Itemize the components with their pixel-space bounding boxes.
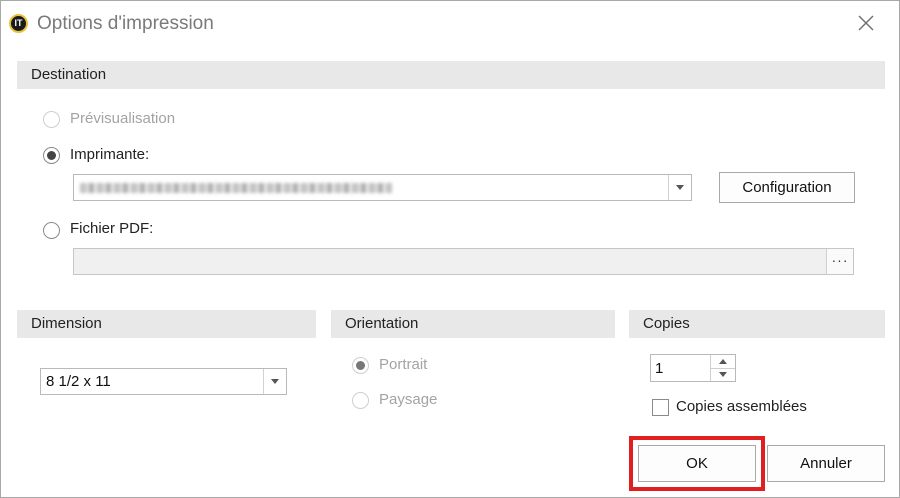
destination-header: Destination: [17, 61, 885, 89]
pdf-file-radio[interactable]: [43, 222, 60, 239]
browse-button[interactable]: ···: [826, 249, 853, 274]
copies-stepper[interactable]: 1: [650, 354, 736, 382]
dialog-title: Options d'impression: [37, 13, 214, 34]
chevron-down-icon[interactable]: [668, 175, 691, 200]
copies-header: Copies: [629, 310, 885, 338]
cancel-button[interactable]: Annuler: [767, 445, 885, 482]
orientation-header: Orientation: [331, 310, 615, 338]
close-icon[interactable]: [857, 14, 875, 32]
stepper-arrows: [710, 355, 735, 381]
print-options-dialog: IT Options d'impression Destination Prév…: [0, 0, 900, 498]
collate-checkbox[interactable]: [652, 399, 669, 416]
landscape-label: Paysage: [379, 391, 438, 408]
dimension-select[interactable]: 8 1/2 x 11: [40, 368, 287, 395]
portrait-label: Portrait: [379, 356, 428, 373]
collate-label: Copies assemblées: [676, 398, 807, 415]
ok-button[interactable]: OK: [638, 445, 756, 482]
preview-label: Prévisualisation: [70, 110, 176, 127]
configuration-button[interactable]: Configuration: [719, 172, 855, 203]
copies-value: 1: [655, 360, 664, 377]
pdf-file-label: Fichier PDF:: [70, 220, 154, 237]
pdf-file-path-field[interactable]: ···: [73, 248, 854, 275]
printer-select[interactable]: [73, 174, 692, 201]
title-bar: IT Options d'impression: [1, 1, 899, 47]
stepper-down-icon[interactable]: [711, 368, 735, 381]
printer-name-redacted: [80, 183, 392, 193]
dimension-header: Dimension: [17, 310, 316, 338]
dimension-value: 8 1/2 x 11: [46, 373, 111, 390]
preview-radio[interactable]: [43, 111, 60, 128]
chevron-down-icon[interactable]: [263, 369, 286, 394]
app-logo-icon: IT: [9, 14, 28, 33]
stepper-up-icon[interactable]: [711, 355, 735, 369]
printer-label: Imprimante:: [70, 146, 150, 163]
landscape-radio[interactable]: [352, 392, 369, 409]
printer-radio[interactable]: [43, 147, 60, 164]
portrait-radio[interactable]: [352, 357, 369, 374]
